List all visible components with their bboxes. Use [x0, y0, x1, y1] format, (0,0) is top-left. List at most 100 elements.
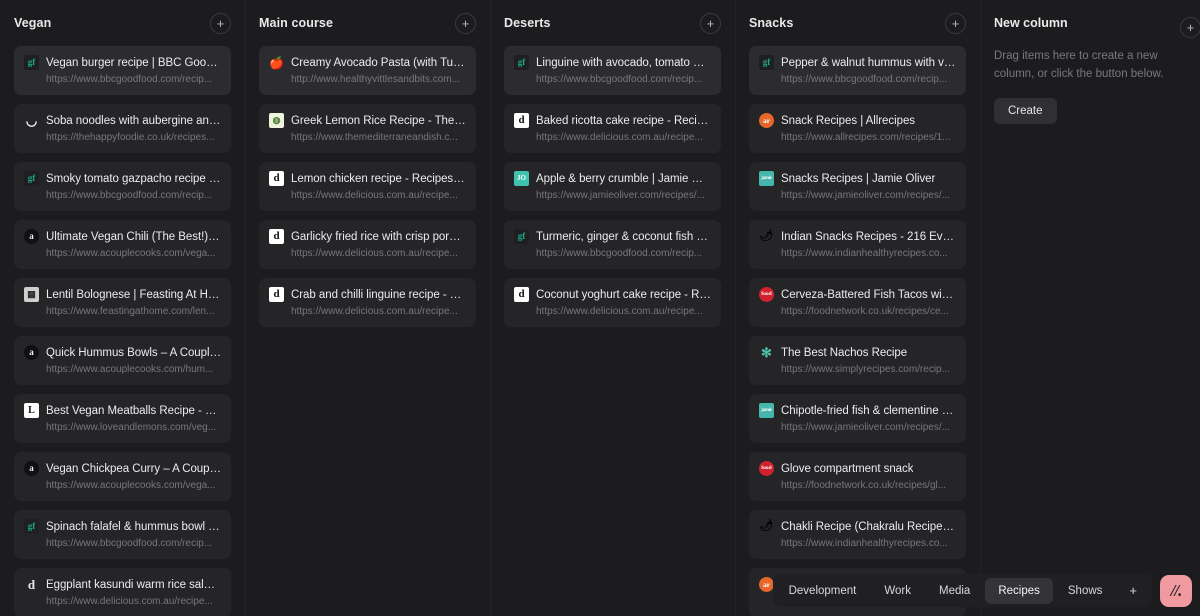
card-top: 🌶Indian Snacks Recipes - 216 Eveni...	[759, 229, 956, 244]
card-top: ◍Greek Lemon Rice Recipe - The M...	[269, 113, 466, 128]
app-logo[interactable]: //.	[1160, 575, 1192, 607]
favicon-icon: d	[269, 171, 284, 186]
add-column-button[interactable]: +	[1180, 17, 1200, 38]
column-header: Vegan +	[0, 0, 245, 46]
bookmark-card[interactable]: jamieSnacks Recipes | Jamie Oliverhttps:…	[749, 162, 966, 211]
add-item-button[interactable]: +	[210, 13, 231, 34]
card-top: jamieSnacks Recipes | Jamie Oliver	[759, 171, 956, 186]
card-url: https://www.delicious.com.au/recipe...	[514, 306, 711, 317]
bookmark-card[interactable]: gfPepper & walnut hummus with veg...http…	[749, 46, 966, 95]
tab-development[interactable]: Development	[776, 578, 870, 604]
bookmark-card[interactable]: aUltimate Vegan Chili (The Best!) – ...h…	[14, 220, 231, 269]
favicon-icon: d	[514, 287, 529, 302]
bookmark-card[interactable]: ✻The Best Nachos Recipehttps://www.simpl…	[749, 336, 966, 385]
bookmark-card[interactable]: 🍎Creamy Avocado Pasta (with Tuna ...http…	[259, 46, 476, 95]
favicon-icon: d	[269, 229, 284, 244]
card-url: https://foodnetwork.co.uk/recipes/gl...	[759, 480, 956, 491]
card-top: L Best Vegan Meatballs Recipe - Lo...	[24, 403, 221, 418]
column: Snacks+gfPepper & walnut hummus with veg…	[735, 0, 980, 616]
new-column-panel: New columnDrag items here to create a ne…	[980, 0, 1190, 616]
card-top: dCrab and chilli linguine recipe - Re...	[269, 287, 466, 302]
bookmark-card[interactable]: gfTurmeric, ginger & coconut fish cu...h…	[504, 220, 721, 269]
card-top: gfVegan burger recipe | BBC Good F...	[24, 55, 221, 70]
bookmark-card[interactable]: jamieChipotle-fried fish & clementine bi…	[749, 394, 966, 443]
card-top: foodCerveza-Battered Fish Tacos with ...	[759, 287, 956, 302]
favicon-icon: jamie	[759, 403, 774, 418]
add-item-button[interactable]: +	[700, 13, 721, 34]
column-list: gfPepper & walnut hummus with veg...http…	[735, 46, 980, 616]
favicon-icon: gf	[24, 171, 39, 186]
bookmark-card[interactable]: L Best Vegan Meatballs Recipe - Lo... http…	[14, 394, 231, 443]
bookmark-card[interactable]: arSnack Recipes | Allrecipeshttps://www.…	[749, 104, 966, 153]
bookmark-card[interactable]: foodGlove compartment snackhttps://foodn…	[749, 452, 966, 501]
favicon-icon: food	[759, 461, 774, 476]
column: Vegan + gfVegan burger recipe | BBC Good F…	[0, 0, 245, 616]
bookmark-card[interactable]: dCoconut yoghurt cake recipe - Re...http…	[504, 278, 721, 327]
card-title: Crab and chilli linguine recipe - Re...	[291, 289, 466, 301]
bookmark-card[interactable]: dCrab and chilli linguine recipe - Re...…	[259, 278, 476, 327]
add-tab-button[interactable]: +	[1117, 577, 1149, 604]
card-url: https://www.delicious.com.au/recipe...	[269, 248, 466, 259]
card-title: Soba noodles with aubergine and ...	[46, 115, 221, 127]
favicon-icon: L	[24, 403, 39, 418]
card-url: https://www.delicious.com.au/recipe...	[514, 132, 711, 143]
card-url: https://www.bbcgoodfood.com/recip...	[514, 74, 711, 85]
card-title: Best Vegan Meatballs Recipe - Lo...	[46, 405, 221, 417]
bookmark-card[interactable]: dEggplant kasundi warm rice salad ...htt…	[14, 568, 231, 616]
bookmark-card[interactable]: ◍Greek Lemon Rice Recipe - The M...https…	[259, 104, 476, 153]
bookmark-card[interactable]: aQuick Hummus Bowls – A Couple ...https:…	[14, 336, 231, 385]
card-title: Quick Hummus Bowls – A Couple ...	[46, 347, 221, 359]
card-title: Vegan Chickpea Curry – A Couple ...	[46, 463, 221, 475]
card-top: d Baked ricotta cake recipe - Recipe...	[514, 113, 711, 128]
card-title: Baked ricotta cake recipe - Recipe...	[536, 115, 711, 127]
bookmark-card[interactable]: d Lemon chicken recipe - Recipes - ... htt…	[259, 162, 476, 211]
card-top: arSnack Recipes | Allrecipes	[759, 113, 956, 128]
card-title: Lemon chicken recipe - Recipes - ...	[291, 173, 466, 185]
tab-work[interactable]: Work	[871, 578, 924, 604]
favicon-icon: food	[759, 287, 774, 302]
tab-recipes[interactable]: Recipes	[985, 578, 1053, 604]
card-title: Spinach falafel & hummus bowl re...	[46, 521, 221, 533]
add-item-button[interactable]: +	[945, 13, 966, 34]
favicon-icon: gf	[24, 519, 39, 534]
card-top: ▦Lentil Bolognese | Feasting At Home	[24, 287, 221, 302]
add-item-button[interactable]: +	[455, 13, 476, 34]
card-url: https://www.bbcgoodfood.com/recip...	[514, 248, 711, 259]
favicon-icon: jamie	[759, 171, 774, 186]
card-top: d Lemon chicken recipe - Recipes - ...	[269, 171, 466, 186]
column-title: Vegan	[14, 16, 51, 30]
card-url: https://www.delicious.com.au/recipe...	[269, 190, 466, 201]
card-url: http://www.healthyvittlesandbits.com...	[269, 74, 466, 85]
tab-media[interactable]: Media	[926, 578, 983, 604]
favicon-icon: a	[24, 461, 39, 476]
bookmark-card[interactable]: d Garlicky fried rice with crisp pork r..…	[259, 220, 476, 269]
bookmark-card[interactable]: gfVegan burger recipe | BBC Good F...htt…	[14, 46, 231, 95]
bookmark-card[interactable]: JOApple & berry crumble | Jamie Oliv...h…	[504, 162, 721, 211]
favicon-icon: d	[514, 113, 529, 128]
bookmark-card[interactable]: gfLinguine with avocado, tomato & li... h…	[504, 46, 721, 95]
bookmark-card[interactable]: 🌶Chakli Recipe (Chakralu Recipe) - ...ht…	[749, 510, 966, 559]
bookmark-card[interactable]: 🌶Indian Snacks Recipes - 216 Eveni... htt…	[749, 220, 966, 269]
card-title: Linguine with avocado, tomato & li...	[536, 57, 711, 69]
new-column-title: New column	[994, 16, 1068, 30]
card-url: https://www.jamieoliver.com/recipes/...	[759, 422, 956, 433]
create-column-button[interactable]: Create	[994, 98, 1057, 124]
favicon-icon: a	[24, 345, 39, 360]
card-top: gfSmoky tomato gazpacho recipe | ...	[24, 171, 221, 186]
tab-shows[interactable]: Shows	[1055, 578, 1116, 604]
bookmark-card[interactable]: foodCerveza-Battered Fish Tacos with ...…	[749, 278, 966, 327]
bookmark-card[interactable]: d Baked ricotta cake recipe - Recipe... ht…	[504, 104, 721, 153]
bookmark-card[interactable]: gfSmoky tomato gazpacho recipe | ...http…	[14, 162, 231, 211]
card-url: https://www.loveandlemons.com/veg...	[24, 422, 221, 433]
card-top: gfLinguine with avocado, tomato & li...	[514, 55, 711, 70]
bookmark-card[interactable]: ▦Lentil Bolognese | Feasting At Homehttp…	[14, 278, 231, 327]
favicon-icon: ✻	[759, 345, 774, 360]
bookmark-card[interactable]: gfSpinach falafel & hummus bowl re...htt…	[14, 510, 231, 559]
card-title: Garlicky fried rice with crisp pork r...	[291, 231, 466, 243]
card-title: The Best Nachos Recipe	[781, 347, 907, 359]
card-top: aUltimate Vegan Chili (The Best!) – ...	[24, 229, 221, 244]
card-url: https://www.bbcgoodfood.com/recip...	[759, 74, 956, 85]
bookmark-card[interactable]: ◡Soba noodles with aubergine and ...http…	[14, 104, 231, 153]
card-url: https://www.indianhealthyrecipes.co...	[759, 248, 956, 259]
bookmark-card[interactable]: aVegan Chickpea Curry – A Couple ...http…	[14, 452, 231, 501]
